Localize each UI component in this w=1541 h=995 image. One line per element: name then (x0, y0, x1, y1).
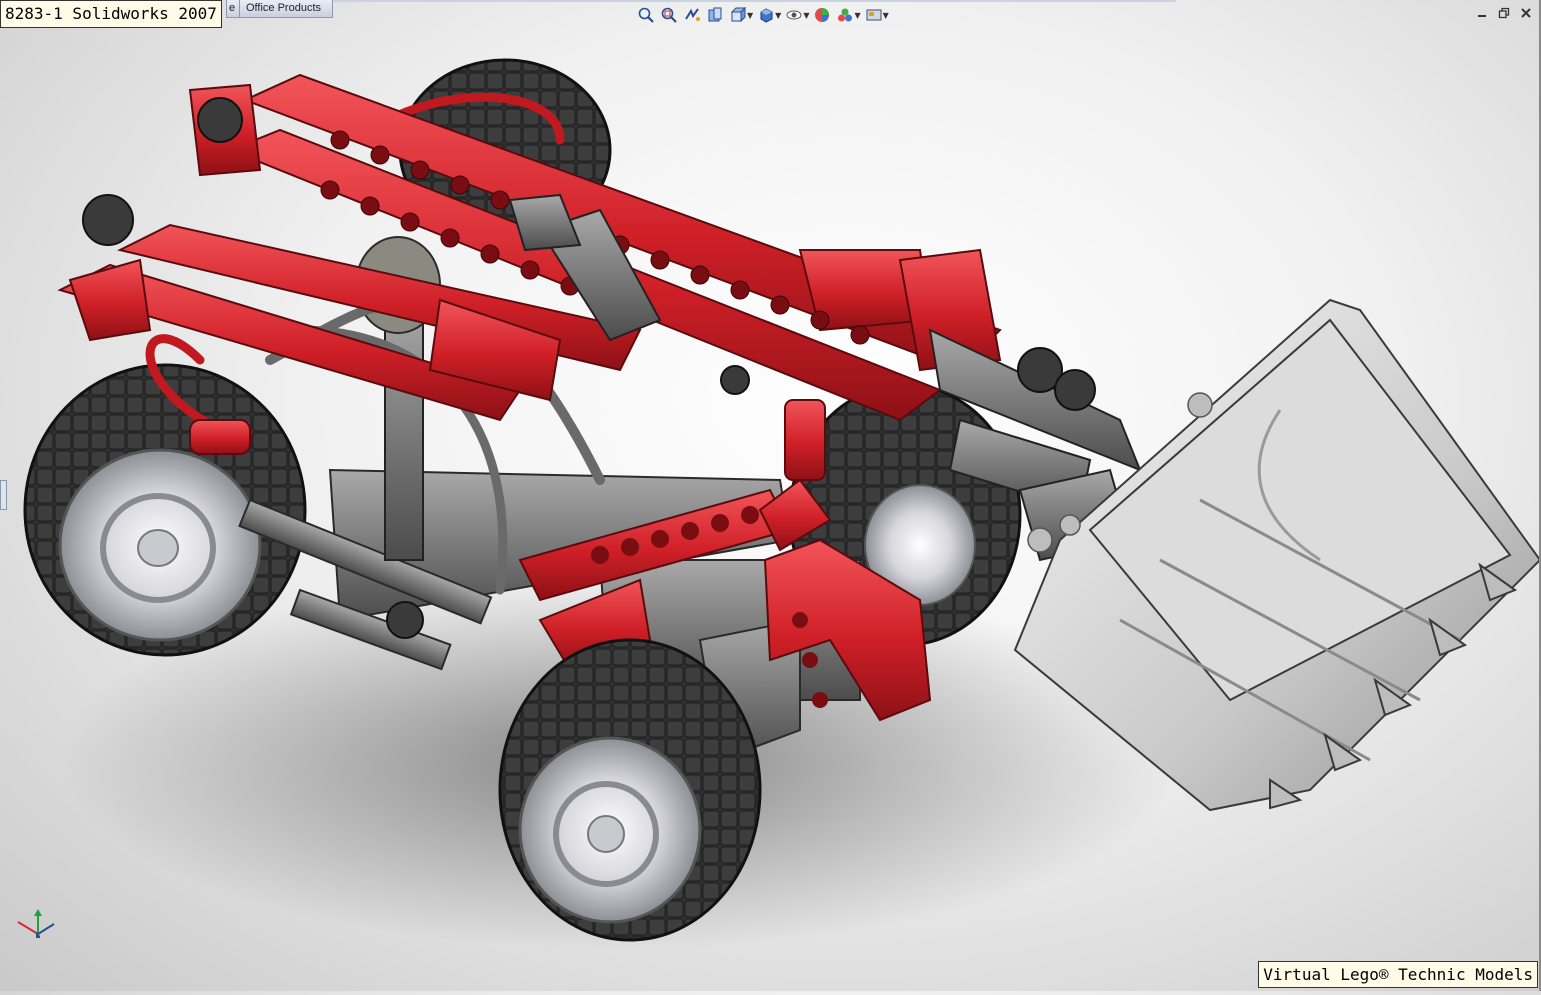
wheel-front-left (498, 638, 762, 942)
section-view-icon[interactable] (705, 5, 725, 25)
display-style-dropdown[interactable]: ▼ (756, 5, 781, 25)
tab-partial[interactable]: e (226, 0, 240, 18)
previous-view-icon[interactable] (682, 5, 702, 25)
command-manager-strip (333, 0, 1176, 2)
zoom-to-fit-icon[interactable] (636, 5, 656, 25)
window-controls (1475, 6, 1533, 20)
chevron-down-icon[interactable]: ▼ (747, 11, 753, 20)
zoom-to-area-icon[interactable] (659, 5, 679, 25)
view-settings-icon[interactable] (864, 5, 884, 25)
restore-icon[interactable] (1497, 6, 1511, 20)
tab-office-products[interactable]: Office Products (239, 0, 333, 18)
minimize-icon[interactable] (1475, 6, 1489, 20)
reference-triad (10, 908, 66, 938)
edit-appearance-icon[interactable] (812, 5, 832, 25)
chevron-down-icon[interactable]: ▼ (883, 11, 889, 20)
hide-show-dropdown[interactable]: ▼ (784, 5, 809, 25)
axis-triad-icon (17, 909, 55, 938)
hide-show-items-icon[interactable] (784, 5, 804, 25)
display-style-icon[interactable] (756, 5, 776, 25)
watermark-label: Virtual Lego® Technic Models (1258, 961, 1538, 988)
steering-column (384, 299, 424, 561)
title-label: 8283-1 Solidworks 2007 (0, 0, 222, 28)
chevron-down-icon[interactable]: ▼ (854, 11, 860, 20)
view-orientation-dropdown[interactable]: ▼ (728, 5, 753, 25)
view-orientation-icon[interactable] (728, 5, 748, 25)
graphics-area[interactable] (0, 0, 1541, 991)
chevron-down-icon[interactable]: ▼ (803, 11, 809, 20)
apply-scene-icon[interactable] (835, 5, 855, 25)
heads-up-view-toolbar: ▼ ▼ ▼ ▼ ▼ (636, 4, 889, 26)
close-icon[interactable] (1519, 6, 1533, 20)
loader-model (23, 58, 1541, 950)
apply-scene-dropdown[interactable]: ▼ (835, 5, 861, 25)
chevron-down-icon[interactable]: ▼ (775, 11, 781, 20)
view-settings-dropdown[interactable]: ▼ (864, 5, 889, 25)
feature-manager-toggle-handle[interactable] (0, 480, 7, 510)
